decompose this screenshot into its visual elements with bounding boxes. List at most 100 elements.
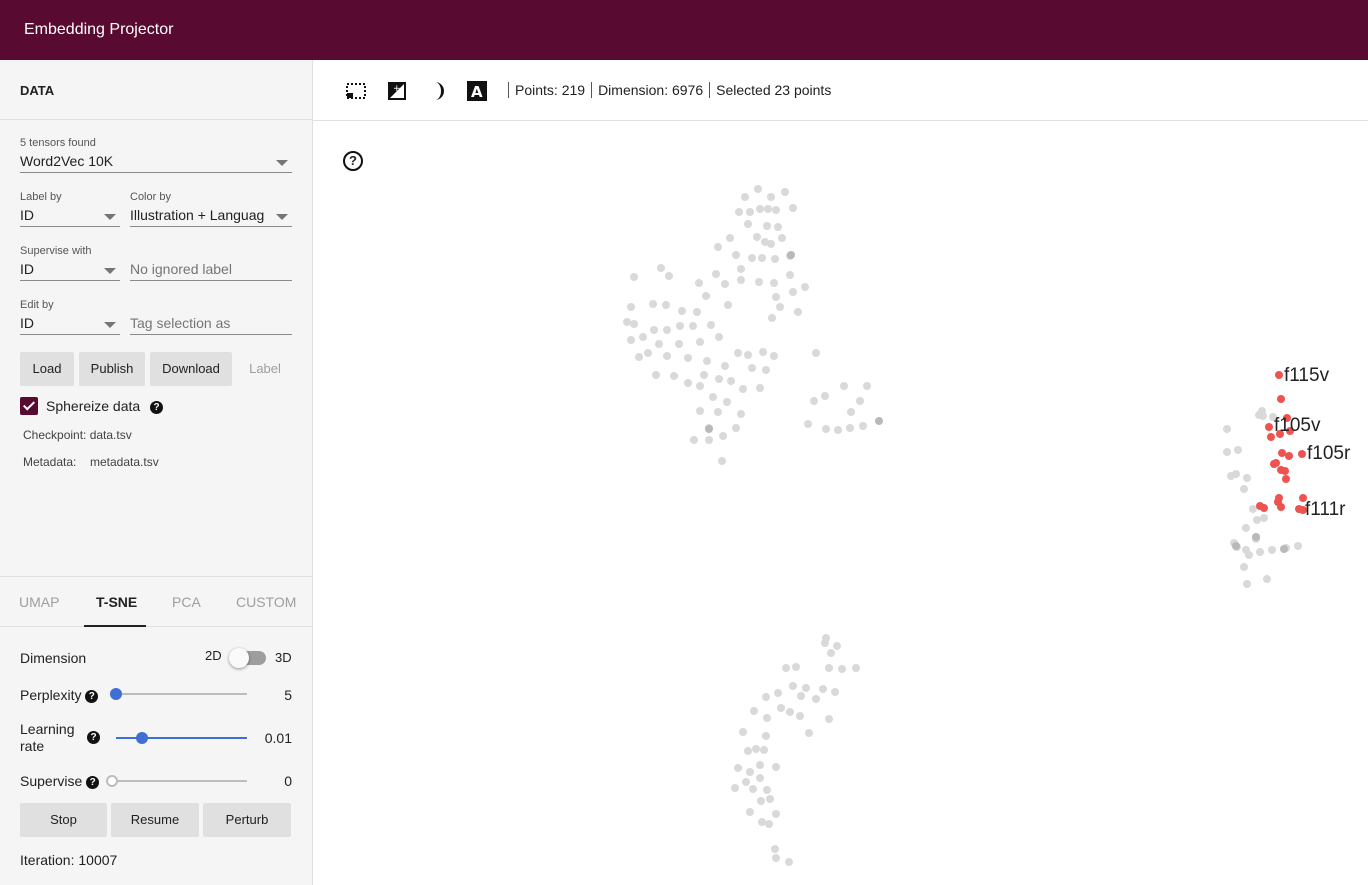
data-point[interactable] (766, 795, 774, 803)
data-point[interactable] (1260, 514, 1268, 522)
data-point[interactable] (1223, 448, 1231, 456)
data-point[interactable] (726, 234, 734, 242)
selected-data-point[interactable] (1298, 450, 1306, 458)
data-point[interactable] (753, 233, 761, 241)
supervise-slider[interactable] (116, 780, 247, 782)
color-by-select[interactable]: Color by Illustration + Languag (130, 191, 292, 227)
data-point[interactable] (741, 193, 749, 201)
data-point[interactable] (825, 715, 833, 723)
data-point[interactable] (754, 185, 762, 193)
data-point[interactable] (657, 264, 665, 272)
data-point[interactable] (707, 321, 715, 329)
data-point[interactable] (856, 397, 864, 405)
data-point[interactable] (777, 704, 785, 712)
data-point[interactable] (771, 845, 779, 853)
data-point[interactable] (684, 379, 692, 387)
supervise-with-value[interactable]: ID (20, 257, 120, 281)
data-point[interactable] (696, 407, 704, 415)
selected-data-point[interactable] (1272, 459, 1280, 467)
selected-data-point[interactable] (1281, 467, 1289, 475)
label-button[interactable]: Label (237, 352, 293, 386)
data-point[interactable] (1253, 516, 1261, 524)
night-mode-toggle-icon[interactable]: + (386, 80, 408, 102)
data-point[interactable] (789, 288, 797, 296)
data-point[interactable] (635, 353, 643, 361)
data-point[interactable] (785, 858, 793, 866)
data-point[interactable] (810, 397, 818, 405)
data-point[interactable] (767, 240, 775, 248)
data-point[interactable] (763, 222, 771, 230)
data-point[interactable] (1258, 407, 1266, 415)
data-point[interactable] (863, 382, 871, 390)
data-point[interactable] (737, 265, 745, 273)
data-point[interactable] (678, 307, 686, 315)
scatter-plot[interactable]: f115v f105v f105r f111r (313, 121, 1368, 885)
data-point[interactable] (749, 785, 757, 793)
edit-by-value[interactable]: ID (20, 311, 120, 335)
data-point[interactable] (763, 714, 771, 722)
data-point[interactable] (1252, 533, 1260, 541)
sphereize-checkbox[interactable] (20, 397, 38, 415)
data-point[interactable] (758, 818, 766, 826)
data-point[interactable] (786, 708, 794, 716)
perplexity-slider-knob[interactable] (110, 688, 122, 700)
data-point[interactable] (746, 808, 754, 816)
data-point[interactable] (700, 371, 708, 379)
edit-by-select[interactable]: Edit by ID (20, 299, 120, 335)
data-point[interactable] (846, 424, 854, 432)
data-point[interactable] (762, 693, 770, 701)
data-point[interactable] (1243, 580, 1251, 588)
tensor-value[interactable]: Word2Vec 10K (20, 149, 292, 173)
data-point[interactable] (696, 338, 704, 346)
data-point[interactable] (763, 786, 771, 794)
data-point[interactable] (833, 642, 841, 650)
stop-button[interactable]: Stop (20, 803, 107, 837)
data-point[interactable] (804, 420, 812, 428)
data-point[interactable] (1256, 548, 1264, 556)
data-point[interactable] (693, 308, 701, 316)
label-by-select[interactable]: Label by ID (20, 191, 120, 227)
data-point[interactable] (746, 208, 754, 216)
data-point[interactable] (805, 729, 813, 737)
data-point[interactable] (1232, 470, 1240, 478)
data-point[interactable] (1242, 524, 1250, 532)
data-point[interactable] (665, 272, 673, 280)
data-point[interactable] (812, 695, 820, 703)
data-point[interactable] (757, 797, 765, 805)
data-point[interactable] (776, 303, 784, 311)
data-point[interactable] (875, 417, 883, 425)
data-point[interactable] (709, 393, 717, 401)
data-point[interactable] (676, 322, 684, 330)
data-point[interactable] (764, 205, 772, 213)
data-point[interactable] (721, 362, 729, 370)
data-point[interactable] (821, 639, 829, 647)
help-icon[interactable]: ? (87, 731, 100, 744)
data-point[interactable] (756, 774, 764, 782)
data-point[interactable] (684, 354, 692, 362)
data-point[interactable] (778, 234, 786, 242)
data-point[interactable] (772, 854, 780, 862)
publish-button[interactable]: Publish (79, 352, 145, 386)
data-point[interactable] (1240, 485, 1248, 493)
data-point[interactable] (627, 336, 635, 344)
resume-button[interactable]: Resume (111, 803, 199, 837)
data-point[interactable] (821, 392, 829, 400)
data-point[interactable] (630, 273, 638, 281)
tag-selection-input[interactable]: Tag selection as (130, 299, 292, 335)
data-point[interactable] (755, 278, 763, 286)
data-point[interactable] (675, 340, 683, 348)
data-point[interactable] (744, 351, 752, 359)
data-point[interactable] (1232, 542, 1240, 550)
data-point[interactable] (712, 270, 720, 278)
data-point[interactable] (789, 204, 797, 212)
data-point[interactable] (765, 820, 773, 828)
selected-data-point[interactable] (1275, 371, 1283, 379)
data-point[interactable] (852, 664, 860, 672)
data-point[interactable] (744, 220, 752, 228)
data-point[interactable] (787, 251, 795, 259)
selected-data-point[interactable] (1278, 449, 1286, 457)
data-point[interactable] (737, 276, 745, 284)
data-point[interactable] (649, 300, 657, 308)
data-point[interactable] (1280, 545, 1288, 553)
data-point[interactable] (735, 208, 743, 216)
